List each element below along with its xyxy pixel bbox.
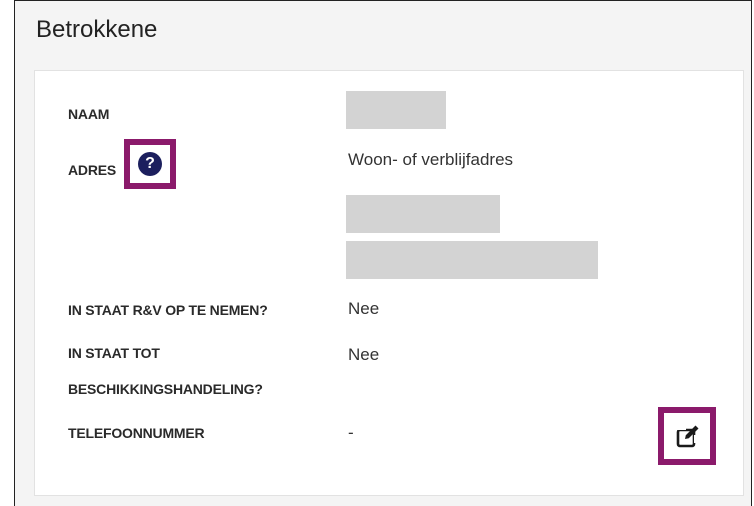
beschikking-label-line1: IN STAAT TOT (68, 345, 160, 361)
adres-label: ADRES (68, 162, 117, 178)
telefoon-label: TELEFOONNUMMER (68, 425, 205, 441)
rv-label: IN STAAT R&V OP TE NEMEN? (68, 302, 268, 318)
section-title: Betrokkene (36, 16, 158, 43)
naam-label: NAAM (68, 106, 110, 122)
question-circle-icon[interactable]: ? (138, 152, 162, 176)
rv-value: Nee (348, 299, 380, 318)
adres-line2-redacted (346, 241, 598, 279)
naam-value-redacted (346, 91, 446, 129)
edit-icon[interactable] (673, 421, 703, 451)
adres-line1-redacted (346, 195, 500, 233)
adres-value: Woon- of verblijfadres (348, 150, 514, 169)
telefoon-value: - (348, 423, 354, 442)
beschikking-label-line2: BESCHIKKINGSHANDELING? (68, 381, 263, 397)
beschikking-value: Nee (348, 345, 380, 364)
